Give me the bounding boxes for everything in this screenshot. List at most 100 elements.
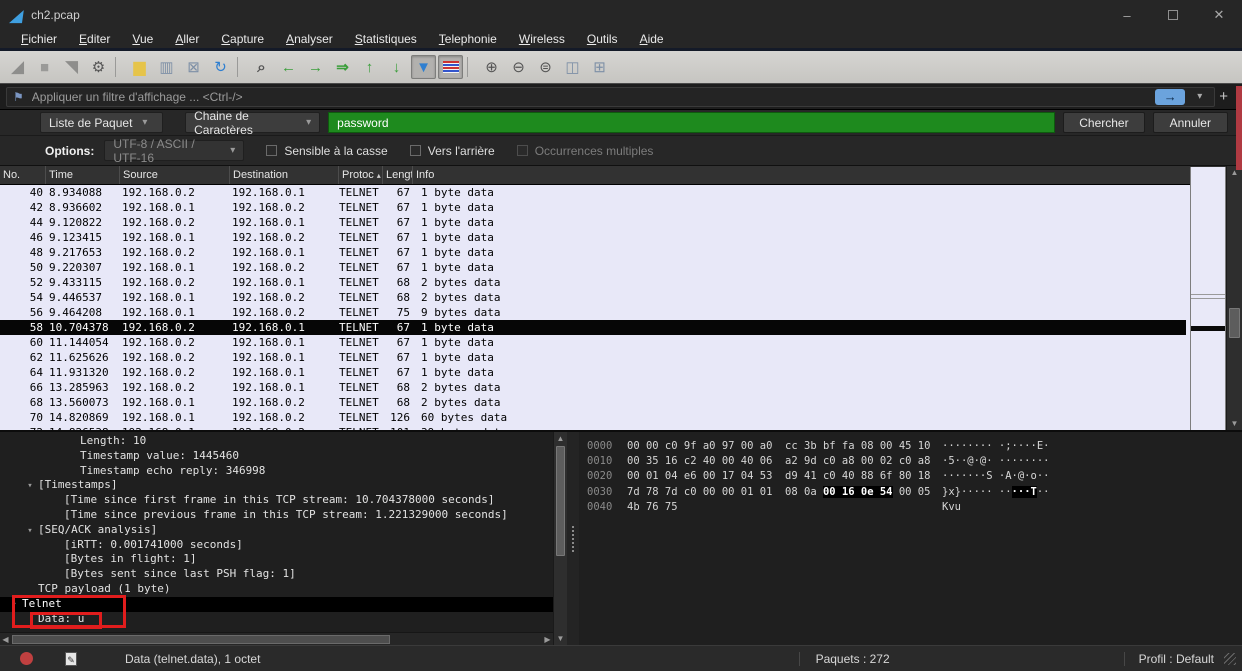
pane-splitter-vertical[interactable] — [567, 432, 579, 645]
packet-row[interactable]: 56 9.464208 192.168.0.1 192.168.0.2 TELN… — [0, 305, 1186, 320]
profile-status[interactable]: Profil : Default — [1124, 652, 1236, 666]
menu-item[interactable]: Telephonie — [428, 32, 508, 46]
detail-horizontal-scrollbar[interactable]: ◀ ▶ — [0, 632, 553, 645]
bookmark-icon[interactable]: ⚑ — [13, 90, 24, 104]
autoscroll-icon[interactable]: ▼ — [411, 55, 436, 79]
packet-row[interactable]: 54 9.446537 192.168.0.1 192.168.0.2 TELN… — [0, 290, 1186, 305]
detail-vertical-scrollbar[interactable]: ▲ ▼ — [553, 432, 567, 645]
resize-columns-icon[interactable]: ◫ — [560, 55, 585, 79]
charset-dropdown[interactable]: UTF-8 / ASCII / UTF-16 ▾ — [104, 140, 244, 161]
reset-layout-icon[interactable]: ⊞ — [587, 55, 612, 79]
cancel-button[interactable]: Annuler — [1153, 112, 1228, 133]
go-to-packet-icon[interactable]: ⇒ — [330, 55, 355, 79]
reload-icon[interactable]: ↻ — [208, 55, 233, 79]
scroll-down-icon[interactable]: ▼ — [554, 632, 567, 645]
packet-row[interactable]: 52 9.433115 192.168.0.2 192.168.0.1 TELN… — [0, 275, 1186, 290]
maximize-button[interactable] — [1150, 0, 1196, 30]
scroll-up-icon[interactable]: ▲ — [554, 432, 567, 445]
checkbox[interactable] — [266, 145, 277, 156]
menu-item[interactable]: Analyser — [275, 32, 344, 46]
column-header-no[interactable]: No. — [0, 166, 46, 184]
scroll-right-icon[interactable]: ▶ — [542, 633, 553, 645]
checkbox[interactable] — [517, 145, 528, 156]
search-query-input[interactable] — [328, 112, 1055, 133]
zoom-out-icon[interactable]: ⊖ — [506, 55, 531, 79]
checkbox[interactable] — [410, 145, 421, 156]
column-header-protocol[interactable]: Protoc ▴ — [339, 166, 383, 184]
resize-grip-icon[interactable] — [1224, 653, 1236, 665]
packet-row[interactable]: 48 9.217653 192.168.0.2 192.168.0.1 TELN… — [0, 245, 1186, 260]
detail-tree-row[interactable]: TCP payload (1 byte) — [0, 582, 553, 597]
menu-item[interactable]: Editer — [68, 32, 121, 46]
go-first-packet-icon[interactable]: ↑ — [357, 55, 382, 79]
packet-row[interactable]: 58 10.704378 192.168.0.2 192.168.0.1 TEL… — [0, 320, 1186, 335]
column-header-source[interactable]: Source — [120, 166, 230, 184]
menu-item[interactable]: Fichier — [10, 32, 68, 46]
detail-tree-row[interactable]: [Bytes in flight: 1] — [0, 552, 553, 567]
zoom-in-icon[interactable]: ⊕ — [479, 55, 504, 79]
menu-item[interactable]: Outils — [576, 32, 629, 46]
save-file-icon[interactable]: ▥ — [154, 55, 179, 79]
packet-row[interactable]: 44 9.120822 192.168.0.2 192.168.0.1 TELN… — [0, 215, 1186, 230]
column-header-info[interactable]: Info — [413, 166, 1242, 184]
add-filter-button[interactable]: + — [1215, 88, 1236, 105]
packet-row[interactable]: 40 8.934088 192.168.0.2 192.168.0.1 TELN… — [0, 185, 1186, 200]
packet-list-scrollbar[interactable]: ▲ ▼ — [1226, 166, 1242, 430]
find-button[interactable]: Chercher — [1063, 112, 1144, 133]
filter-dropdown-caret-icon[interactable]: ▾ — [1191, 91, 1208, 102]
detail-tree-row[interactable]: Length: 10 — [0, 434, 553, 449]
search-scope-dropdown[interactable]: Liste de Paquet ▾ — [40, 112, 163, 133]
expand-arrow-icon[interactable]: ▾ — [6, 598, 22, 613]
hex-row[interactable]: 00307d 78 7d c0 00 00 01 01 08 0a 00 16 … — [587, 485, 1242, 500]
start-capture-icon[interactable]: ◢ — [5, 55, 30, 79]
hex-row[interactable]: 001000 35 16 c2 40 00 40 06 a2 9d c0 a8 … — [587, 454, 1242, 469]
menu-item[interactable]: Aller — [164, 32, 210, 46]
detail-tree-row[interactable]: [Bytes sent since last PSH flag: 1] — [0, 567, 553, 582]
detail-tree-row[interactable]: Data: u — [0, 612, 553, 627]
restart-capture-icon[interactable]: ◥ — [59, 55, 84, 79]
close-button[interactable]: ✕ — [1196, 0, 1242, 30]
search-type-dropdown[interactable]: Chaine de Caractères ▾ — [185, 112, 320, 133]
scroll-left-icon[interactable]: ◀ — [0, 633, 11, 645]
capture-comment-icon[interactable]: ✎ — [65, 652, 77, 666]
go-forward-icon[interactable]: → — [303, 55, 328, 79]
find-packet-icon[interactable]: ⌕ — [249, 55, 274, 79]
scrollbar-thumb[interactable] — [556, 446, 565, 556]
packet-row[interactable]: 68 13.560073 192.168.0.1 192.168.0.2 TEL… — [0, 395, 1186, 410]
column-header-destination[interactable]: Destination — [230, 166, 339, 184]
close-file-icon[interactable]: ⊠ — [181, 55, 206, 79]
detail-tree-row[interactable]: ▾Telnet — [0, 597, 553, 612]
packet-row[interactable]: 50 9.220307 192.168.0.1 192.168.0.2 TELN… — [0, 260, 1186, 275]
menu-item[interactable]: Vue — [121, 32, 164, 46]
scrollbar-thumb[interactable] — [12, 635, 390, 644]
packet-row[interactable]: 42 8.936602 192.168.0.1 192.168.0.2 TELN… — [0, 200, 1186, 215]
go-back-icon[interactable]: ← — [276, 55, 301, 79]
colorize-icon[interactable] — [438, 55, 463, 79]
detail-tree-row[interactable]: [iRTT: 0.001741000 seconds] — [0, 538, 553, 553]
detail-tree-row[interactable]: ▾[SEQ/ACK analysis] — [0, 523, 553, 538]
display-filter-input[interactable] — [30, 89, 1147, 105]
column-header-length[interactable]: Length — [383, 166, 413, 184]
minimize-button[interactable]: – — [1104, 0, 1150, 30]
detail-tree-row[interactable]: ▾[Timestamps] — [0, 478, 553, 493]
menu-item[interactable]: Wireless — [508, 32, 576, 46]
open-file-icon[interactable]: ▆ — [127, 55, 152, 79]
menu-item[interactable]: Capture — [210, 32, 275, 46]
packet-row[interactable]: 64 11.931320 192.168.0.2 192.168.0.1 TEL… — [0, 365, 1186, 380]
packet-row[interactable]: 70 14.820869 192.168.0.1 192.168.0.2 TEL… — [0, 410, 1186, 425]
scroll-down-icon[interactable]: ▼ — [1227, 417, 1242, 430]
expand-arrow-icon[interactable]: ▾ — [22, 524, 38, 539]
detail-tree-row[interactable]: Timestamp value: 1445460 — [0, 449, 553, 464]
hex-row[interactable]: 000000 00 c0 9f a0 97 00 a0 cc 3b bf fa … — [587, 439, 1242, 454]
packet-row[interactable]: 72 14.826538 192.168.0.1 192.168.0.2 TEL… — [0, 425, 1186, 430]
apply-filter-button[interactable]: → — [1155, 89, 1185, 105]
menu-item[interactable]: Aide — [629, 32, 675, 46]
stop-capture-icon[interactable]: ■ — [32, 55, 57, 79]
expert-info-icon[interactable] — [20, 652, 33, 665]
scrollbar-thumb[interactable] — [1229, 308, 1240, 338]
expand-arrow-icon[interactable]: ▾ — [22, 479, 38, 494]
capture-options-icon[interactable]: ⚙ — [86, 55, 111, 79]
packet-row[interactable]: 60 11.144054 192.168.0.2 192.168.0.1 TEL… — [0, 335, 1186, 350]
go-last-packet-icon[interactable]: ↓ — [384, 55, 409, 79]
menu-item[interactable]: Statistiques — [344, 32, 428, 46]
